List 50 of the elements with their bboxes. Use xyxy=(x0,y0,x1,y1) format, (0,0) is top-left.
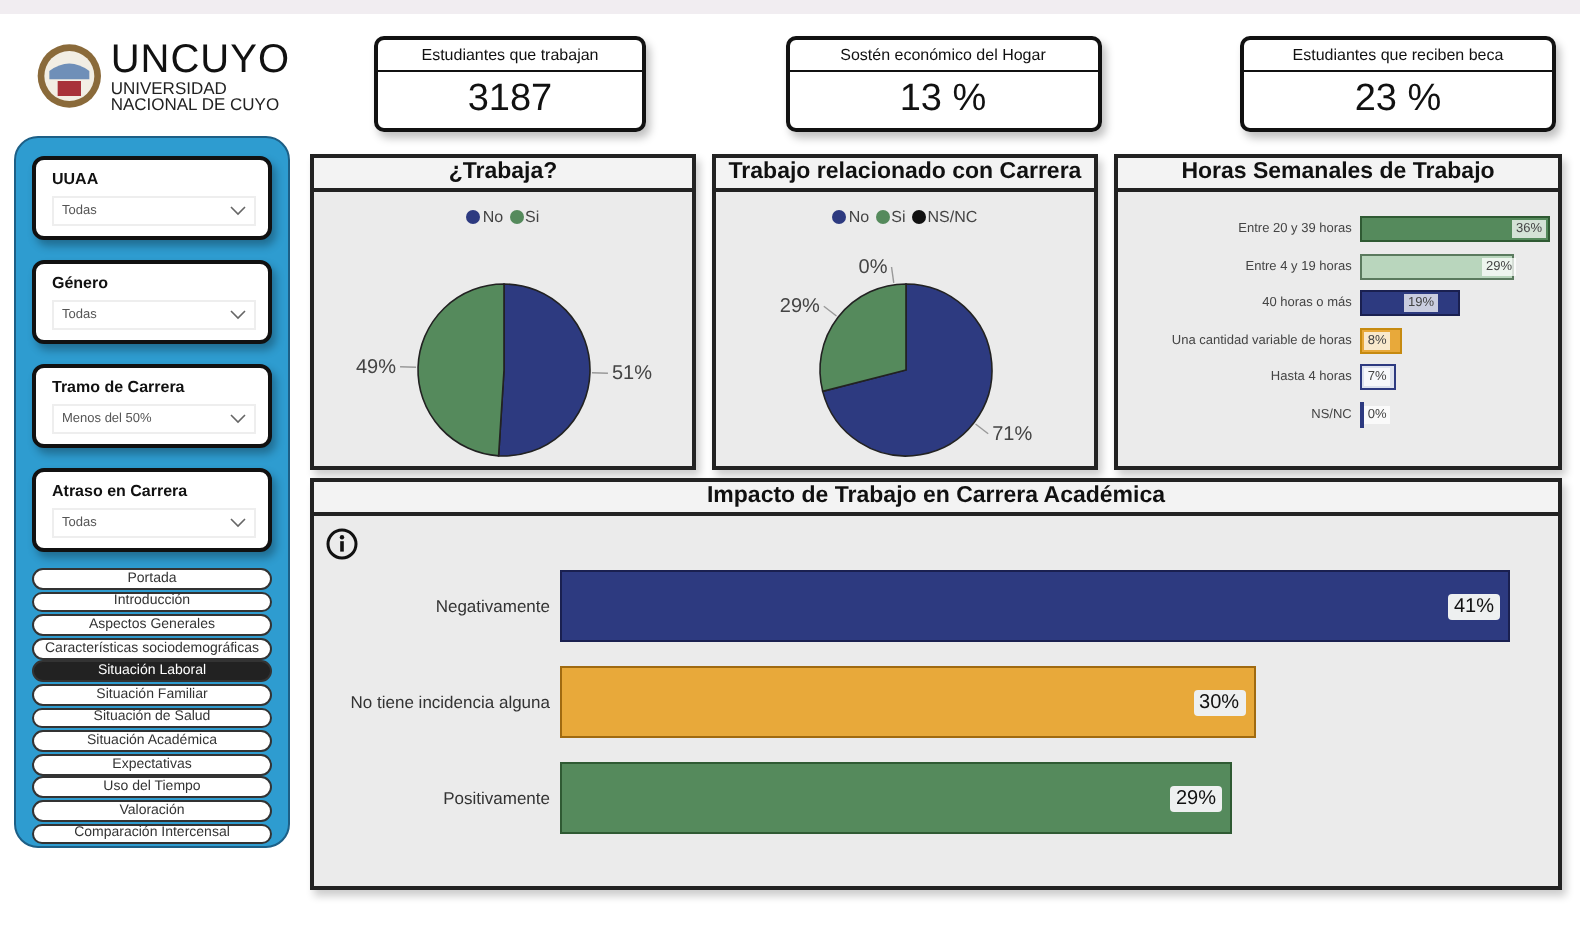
legend-dot xyxy=(466,210,481,224)
logo-name: UNCUYO xyxy=(110,39,290,79)
chart-title: Impacto de Trabajo en Carrera Académica xyxy=(314,482,1558,516)
chart-title: Trabajo relacionado con Carrera xyxy=(716,158,1094,192)
kpi-value: 3187 xyxy=(465,76,555,124)
kpi-label: Estudiantes que reciben beca xyxy=(1244,40,1552,72)
leader-line xyxy=(889,266,894,284)
leader-line xyxy=(973,423,988,435)
data-label: 71% xyxy=(991,423,1032,446)
filter-label: UUAA xyxy=(52,170,101,188)
legend-label: Si xyxy=(525,208,540,226)
leader-line xyxy=(398,366,416,368)
seal-logo-icon xyxy=(36,38,103,114)
kpi-value: 23 % xyxy=(1352,76,1444,124)
logo-subtitle: UNIVERSIDAD xyxy=(110,79,229,96)
logo-subtitle: NACIONAL DE CUYO xyxy=(110,96,282,113)
filter-label: Atraso en Carrera xyxy=(52,482,190,500)
data-label: 41% xyxy=(1447,593,1500,619)
filter-label: Tramo de Carrera xyxy=(52,378,187,396)
legend-dot xyxy=(875,210,890,224)
kpi-label: Sostén económico del Hogar xyxy=(789,40,1097,72)
category-label: Positivamente xyxy=(441,788,552,808)
bar xyxy=(1359,401,1364,427)
info-icon[interactable] xyxy=(326,528,358,560)
filter-label: Género xyxy=(52,274,111,292)
chevron-down-icon xyxy=(230,206,246,216)
legend-label: Si xyxy=(891,208,906,226)
data-label: 29% xyxy=(1169,785,1222,811)
chevron-down-icon xyxy=(230,518,246,528)
data-label: 29% xyxy=(778,296,819,319)
data-label: 30% xyxy=(1193,689,1246,715)
leader-line xyxy=(590,372,608,374)
category-label: Negativamente xyxy=(433,596,552,616)
legend-label: NS/NC xyxy=(927,208,978,226)
chevron-down-icon xyxy=(230,414,246,424)
data-label: 49% xyxy=(355,356,396,379)
legend-label: No xyxy=(848,208,870,226)
kpi-label: Estudiantes que trabajan xyxy=(378,40,642,72)
leader-line xyxy=(822,305,837,317)
legend-label: No xyxy=(482,208,504,226)
data-label: 51% xyxy=(610,363,651,386)
legend-dot xyxy=(509,210,524,224)
chart-title: ¿Trabaja? xyxy=(314,158,692,192)
chevron-down-icon xyxy=(230,310,246,320)
legend-dot xyxy=(911,210,926,224)
category-label: No tiene incidencia alguna xyxy=(348,692,552,712)
kpi-value: 13 % xyxy=(897,76,989,124)
data-label: 0% xyxy=(857,257,887,279)
chart-title: Horas Semanales de Trabajo xyxy=(1118,158,1558,192)
legend-dot xyxy=(832,210,847,224)
